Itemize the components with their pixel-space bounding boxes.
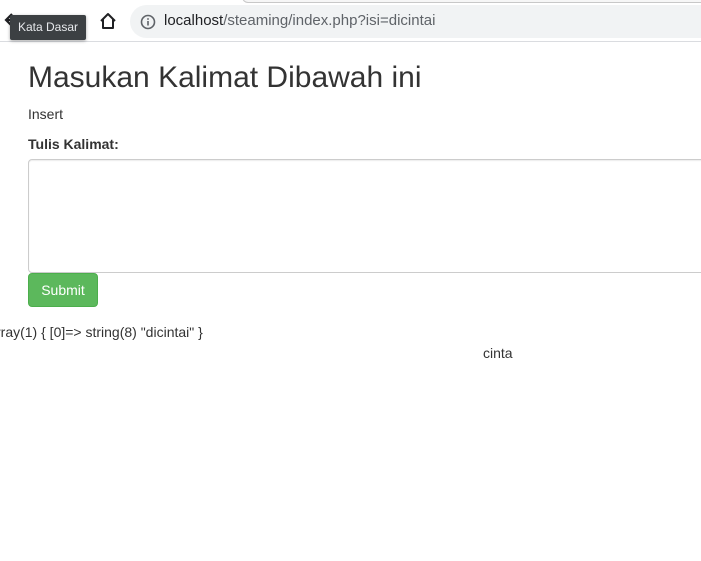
url-host: localhost xyxy=(164,12,224,29)
stemming-result: cinta xyxy=(483,345,513,361)
url-path: /steaming/index.php?isi=dicintai xyxy=(223,12,436,29)
sentence-textarea[interactable] xyxy=(28,159,701,273)
tab-strip-edge xyxy=(242,0,701,3)
array-dump-output: rray(1) { [0]=> string(8) "dicintai" } xyxy=(0,324,203,340)
page-title: Masukan Kalimat Dibawah ini xyxy=(28,61,422,94)
address-url[interactable]: localhost/steaming/index.php?isi=dicinta… xyxy=(164,12,435,29)
submit-button[interactable]: Submit xyxy=(28,273,98,307)
insert-text: Insert xyxy=(28,106,64,122)
browser-toolbar: localhost/steaming/index.php?isi=dicinta… xyxy=(0,0,701,42)
home-icon[interactable] xyxy=(98,11,118,31)
sentence-label: Tulis Kalimat: xyxy=(28,136,119,152)
tooltip: Kata Dasar xyxy=(10,15,87,40)
site-info-icon[interactable] xyxy=(140,14,156,30)
